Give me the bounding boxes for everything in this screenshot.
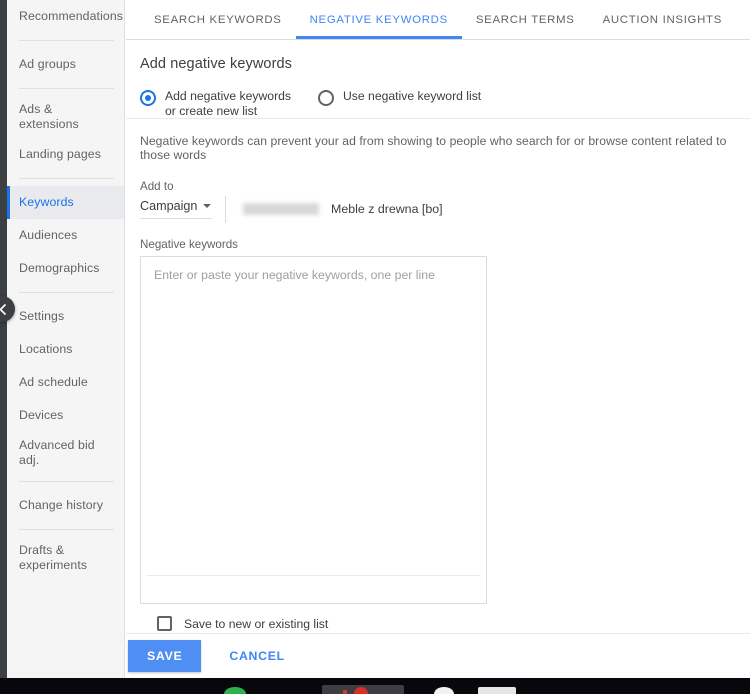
sidebar-item-ads-extensions[interactable]: Ads & extensions [7,96,124,138]
radio-option-add-create[interactable]: Add negative keywords or create new list [140,89,297,118]
sidebar-item-label: Change history [19,498,104,512]
scope-dropdown[interactable]: Campaign [140,199,212,219]
nav-group-4: Keywords Audiences Demographics [7,186,124,285]
redacted-account-label [243,203,319,215]
negative-keywords-label: Negative keywords [140,238,238,251]
nav-group-7: Drafts & experiments [7,537,124,579]
tab-search-terms[interactable]: SEARCH TERMS [462,0,589,39]
tab-negative-keywords[interactable]: NEGATIVE KEYWORDS [295,0,463,39]
taskbar-app-icon-green[interactable] [224,687,246,694]
save-to-list-row: Save to new or existing list [126,604,750,631]
sidebar-item-locations[interactable]: Locations [7,333,124,366]
nav-divider [19,292,114,293]
nav-group-1: Recommendations [7,0,124,33]
taskbar-app-icon-white[interactable] [434,687,454,694]
nav-group-6: Change history [7,489,124,522]
add-to-label: Add to [140,180,174,193]
sidebar-item-advanced-bid-adj[interactable]: Advanced bid adj. [7,432,124,474]
tab-search-keywords[interactable]: SEARCH KEYWORDS [140,0,296,39]
helper-text: Negative keywords can prevent your ad fr… [140,134,727,162]
panel-footer: SAVE CANCEL [126,633,750,678]
sidebar-item-settings[interactable]: Settings [7,300,124,333]
nav-divider [19,529,114,530]
cancel-button[interactable]: CANCEL [215,640,298,672]
sidebar-item-devices[interactable]: Devices [7,399,124,432]
sidebar-item-change-history[interactable]: Change history [7,489,124,522]
sidebar-item-label: Ads & extensions [19,102,79,131]
tab-auction-insights[interactable]: AUCTION INSIGHTS [589,0,736,39]
sidebar-item-audiences[interactable]: Audiences [7,219,124,252]
chevron-down-icon [203,204,212,208]
sidebar-item-label: Ad schedule [19,375,88,389]
tab-label: NEGATIVE KEYWORDS [309,13,448,26]
sidebar-item-demographics[interactable]: Demographics [7,252,124,285]
radio-group-add-mode: Add negative keywords or create new list… [126,72,750,118]
sidebar-item-ad-groups[interactable]: Ad groups [7,48,124,81]
nav-group-3: Ads & extensions Landing pages [7,96,124,171]
textarea-inner-rule [147,575,480,576]
add-to-row: Campaign Meble z drewna [bo] [126,193,750,223]
nav-divider [19,481,114,482]
nav-group-2: Ad groups [7,48,124,81]
tab-label: AUCTION INSIGHTS [602,13,722,26]
sidebar-item-keywords[interactable]: Keywords [7,186,124,219]
sidebar-item-landing-pages[interactable]: Landing pages [7,138,124,171]
sidebar-item-label: Demographics [19,261,100,275]
chevron-left-icon [0,303,6,315]
app-screen: Recommendations Ad groups Ads & extensio… [0,0,750,694]
radio-button-use-list[interactable] [318,90,334,106]
sidebar-item-label: Drafts & experiments [19,543,88,572]
taskbar-app-icon-red-small[interactable] [343,690,347,694]
os-taskbar[interactable] [0,678,750,694]
tab-label: SEARCH KEYWORDS [154,13,282,26]
sidebar-item-label: Landing pages [19,147,101,161]
save-to-list-label: Save to new or existing list [184,616,329,631]
sidebar-item-recommendations[interactable]: Recommendations [7,0,124,33]
left-sidebar: Recommendations Ad groups Ads & extensio… [7,0,125,678]
nav-divider [19,178,114,179]
sidebar-item-label: Keywords [19,195,74,209]
negative-keywords-textarea[interactable]: Enter or paste your negative keywords, o… [140,256,487,604]
nav-divider [19,40,114,41]
taskbar-app-icon-light[interactable] [478,687,516,694]
tab-label: SEARCH TERMS [475,13,575,26]
negative-keywords-placeholder: Enter or paste your negative keywords, o… [154,268,435,282]
panel-body: Add negative keywords Add negative keywo… [126,40,750,633]
sidebar-item-label: Ad groups [19,57,76,71]
radio-button-add-create[interactable] [140,90,156,106]
sidebar-item-label: Audiences [19,228,78,242]
campaign-name: Meble z drewna [bo] [331,202,443,216]
nav-divider [19,88,114,89]
sidebar-item-label: Settings [19,309,65,323]
sidebar-item-ad-schedule[interactable]: Ad schedule [7,366,124,399]
nav-group-5: Settings Locations Ad schedule Devices A… [7,300,124,474]
tab-bar: SEARCH KEYWORDS NEGATIVE KEYWORDS SEARCH… [126,0,750,40]
radio-label: Add negative keywords or create new list [165,89,292,118]
main-panel: SEARCH KEYWORDS NEGATIVE KEYWORDS SEARCH… [126,0,750,678]
radio-label: Use negative keyword list [343,89,482,103]
sidebar-item-label: Recommendations [19,9,124,23]
sidebar-item-drafts-experiments[interactable]: Drafts & experiments [7,537,124,579]
left-dark-rail [0,0,7,678]
taskbar-app-icon-red[interactable] [354,687,368,694]
save-button[interactable]: SAVE [128,640,202,672]
sidebar-item-label: Locations [19,342,73,356]
sidebar-item-label: Advanced bid adj. [19,438,95,467]
save-to-list-checkbox[interactable] [157,616,172,631]
vertical-divider [225,195,226,223]
scope-dropdown-value: Campaign [140,199,198,213]
page-title: Add negative keywords [140,56,293,72]
sidebar-item-label: Devices [19,408,64,422]
radio-option-use-list[interactable]: Use negative keyword list [318,89,481,106]
